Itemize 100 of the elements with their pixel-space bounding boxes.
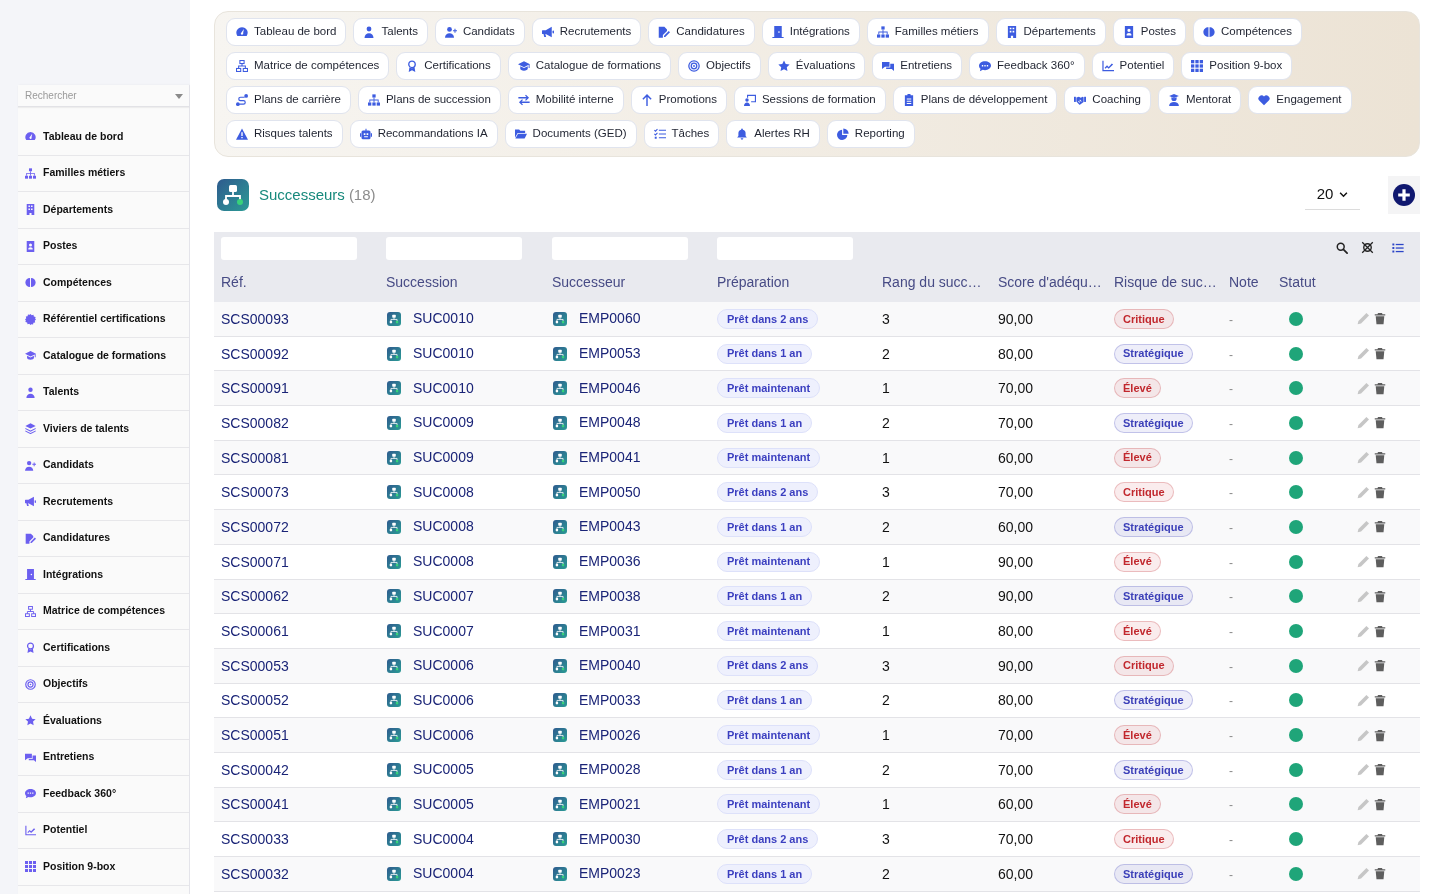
succession-link[interactable]: SUC0010 [413, 377, 474, 399]
ref-link[interactable]: SCS00073 [221, 484, 289, 501]
sidebar-item[interactable]: Évaluations [18, 703, 189, 740]
trash-icon[interactable] [1374, 555, 1386, 569]
successor-link[interactable]: EMP0028 [579, 759, 641, 781]
nav-button[interactable]: Postes [1112, 18, 1186, 46]
search-icon[interactable] [1336, 241, 1348, 254]
nav-button[interactable]: Candidatures [648, 18, 755, 46]
sidebar-item[interactable]: Candidatures [18, 520, 189, 557]
sidebar-item[interactable]: Potentiel [18, 812, 189, 849]
succession-link[interactable]: SUC0006 [413, 689, 474, 711]
nav-button[interactable]: Reporting [826, 120, 915, 148]
successor-link[interactable]: EMP0041 [579, 447, 641, 469]
nav-button[interactable]: Certifications [396, 52, 501, 80]
sidebar-item[interactable]: Postes [18, 228, 189, 265]
trash-icon[interactable] [1374, 589, 1386, 603]
column-header[interactable]: Statut [1272, 272, 1334, 293]
successor-link[interactable]: EMP0031 [579, 620, 641, 642]
succession-link[interactable]: SUC0005 [413, 793, 474, 815]
succession-link[interactable]: SUC0009 [413, 447, 474, 469]
add-button[interactable] [1388, 176, 1420, 214]
nav-button[interactable]: Catalogue de formations [507, 52, 672, 80]
nav-button[interactable]: Mentorat [1157, 86, 1242, 114]
caret-icon[interactable] [175, 94, 183, 99]
nav-button[interactable]: Évaluations [767, 52, 866, 80]
nav-button[interactable]: Matrice de compétences [226, 52, 390, 80]
ref-link[interactable]: SCS00053 [221, 657, 289, 674]
successor-link[interactable]: EMP0036 [579, 551, 641, 573]
sidebar-item[interactable]: Talents [18, 374, 189, 411]
sidebar-item[interactable]: Matrice de compétences [18, 593, 189, 630]
sidebar-item[interactable]: Recrutements [18, 484, 189, 521]
sidebar-item[interactable]: Feedback 360° [18, 776, 189, 813]
ref-link[interactable]: SCS00051 [221, 727, 289, 744]
ref-link[interactable]: SCS00042 [221, 761, 289, 778]
nav-button[interactable]: Feedback 360° [969, 52, 1085, 80]
nav-button[interactable]: Plans de développement [892, 86, 1058, 114]
ref-link[interactable]: SCS00041 [221, 796, 289, 813]
successor-link[interactable]: EMP0033 [579, 689, 641, 711]
nav-button[interactable]: Sessions de formation [733, 86, 886, 114]
successor-link[interactable]: EMP0023 [579, 863, 641, 885]
sidebar-item[interactable]: Viviers de talents [18, 411, 189, 448]
nav-button[interactable]: Plans de succession [357, 86, 501, 114]
trash-icon[interactable] [1374, 312, 1386, 326]
nav-button[interactable]: Talents [353, 18, 428, 46]
trash-icon[interactable] [1374, 485, 1386, 499]
trash-icon[interactable] [1374, 867, 1386, 881]
nav-button[interactable]: Objectifs [678, 52, 761, 80]
ref-link[interactable]: SCS00082 [221, 414, 289, 431]
nav-button[interactable]: Recommandations IA [349, 120, 498, 148]
ref-link[interactable]: SCS00061 [221, 623, 289, 640]
nav-button[interactable]: Tableau de bord [226, 18, 347, 46]
sidebar-item[interactable]: Référentiel certifications [18, 301, 189, 338]
sidebar-item[interactable]: Compétences [18, 265, 189, 302]
list-icon[interactable] [1392, 241, 1404, 254]
nav-button[interactable]: Compétences [1192, 18, 1302, 46]
column-header[interactable]: Successeur [545, 272, 710, 293]
nav-button[interactable]: Engagement [1248, 86, 1352, 114]
succession-link[interactable]: SUC0004 [413, 828, 474, 850]
succession-link[interactable]: SUC0006 [413, 655, 474, 677]
succession-link[interactable]: SUC0009 [413, 412, 474, 434]
nav-button[interactable]: Potentiel [1091, 52, 1175, 80]
column-header[interactable]: Risque de suc… [1107, 272, 1222, 293]
column-header[interactable]: Préparation [710, 272, 875, 293]
succession-link[interactable]: SUC0007 [413, 620, 474, 642]
sidebar-item[interactable]: Candidats [18, 447, 189, 484]
sidebar-item[interactable]: Objectifs [18, 666, 189, 703]
ref-link[interactable]: SCS00072 [221, 518, 289, 535]
column-header[interactable]: Rang du succ… [875, 272, 991, 293]
ref-link[interactable]: SCS00032 [221, 865, 289, 882]
trash-icon[interactable] [1374, 728, 1386, 742]
nav-button[interactable]: Recrutements [531, 18, 642, 46]
nav-button[interactable]: Familles métiers [866, 18, 989, 46]
successor-link[interactable]: EMP0021 [579, 793, 641, 815]
succession-link[interactable]: SUC0010 [413, 308, 474, 330]
nav-button[interactable]: Documents (GED) [504, 120, 637, 148]
nav-button[interactable]: Promotions [630, 86, 727, 114]
trash-icon[interactable] [1374, 520, 1386, 534]
nav-button[interactable]: Position 9-box [1181, 52, 1293, 80]
sidebar-item[interactable]: Position 9-box [18, 849, 189, 886]
successor-link[interactable]: EMP0048 [579, 412, 641, 434]
nav-button[interactable]: Entretiens [872, 52, 963, 80]
succession-link[interactable]: SUC0005 [413, 759, 474, 781]
column-header[interactable]: Réf. [214, 272, 379, 293]
successor-link[interactable]: EMP0030 [579, 828, 641, 850]
nav-button[interactable]: Plans de carrière [226, 86, 351, 114]
sidebar-item[interactable]: Entretiens [18, 739, 189, 776]
successor-link[interactable]: EMP0038 [579, 585, 641, 607]
successor-link[interactable]: EMP0026 [579, 724, 641, 746]
sidebar-item[interactable]: Départements [18, 192, 189, 229]
succession-link[interactable]: SUC0008 [413, 516, 474, 538]
sidebar-item[interactable]: Tableau de bord [18, 119, 189, 156]
nav-button[interactable]: Tâches [643, 120, 720, 148]
trash-icon[interactable] [1374, 624, 1386, 638]
successor-link[interactable]: EMP0043 [579, 516, 641, 538]
trash-icon[interactable] [1374, 347, 1386, 361]
succession-link[interactable]: SUC0008 [413, 551, 474, 573]
successor-link[interactable]: EMP0060 [579, 308, 641, 330]
ref-link[interactable]: SCS00033 [221, 831, 289, 848]
trash-icon[interactable] [1374, 832, 1386, 846]
succession-link[interactable]: SUC0004 [413, 863, 474, 885]
